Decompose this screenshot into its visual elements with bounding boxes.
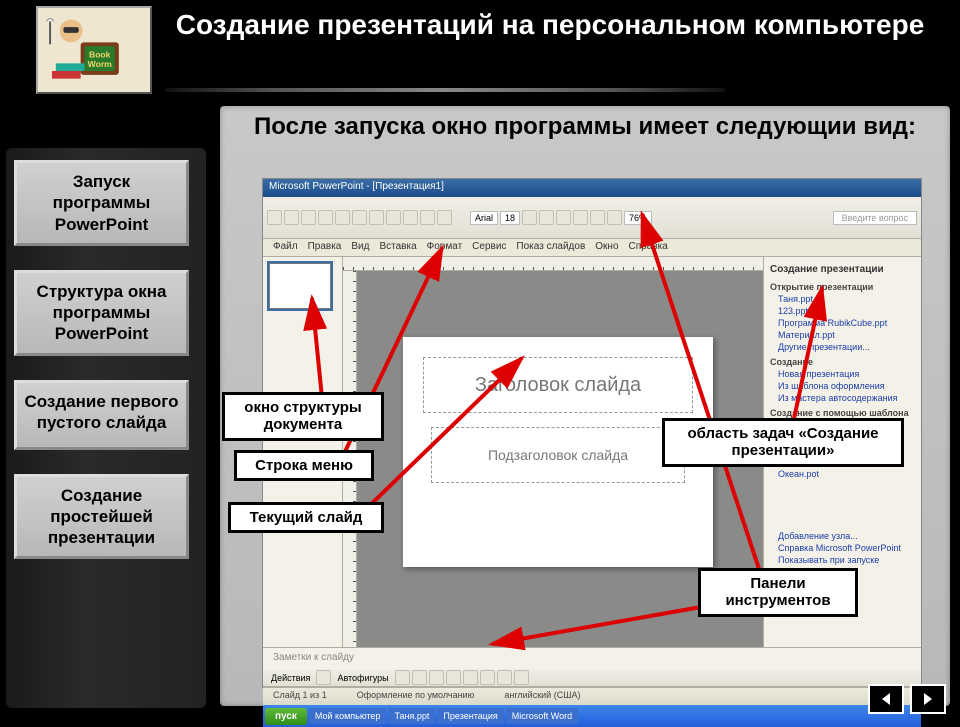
ask-question-box: Введите вопрос [833,211,917,225]
slide-thumbnail [269,263,331,309]
pp-drawing-toolbar: Действия Автофигуры [263,669,921,687]
align-icon [573,210,588,225]
toolbar-icon [267,210,282,225]
nav-btn-first-slide[interactable]: Создание первого пустого слайда [14,380,189,450]
toolbar-icon [514,670,529,685]
toolbar-icon [318,210,333,225]
toolbar-icon [446,670,461,685]
pp-menubar: Файл Правка Вид Вставка Формат Сервис По… [263,239,921,257]
menu-item: Справка [629,241,668,254]
callout-outline: окно структуры документа [222,392,384,441]
nav-btn-simple-pres[interactable]: Создание простейшей презентации [14,474,189,560]
menu-item: Показ слайдов [516,241,585,254]
callout-menubar: Строка меню [234,450,374,481]
tp-section: Открытие презентации [770,278,915,293]
toolbar-icon [335,210,350,225]
drawbar-actions: Действия [267,673,314,683]
toolbar-icon [497,670,512,685]
font-size-box: 18 [500,211,520,225]
tp-link: Показывать при запуске [770,554,915,566]
underline-icon [556,210,571,225]
toolbar-icon [403,210,418,225]
start-button: пуск [265,708,307,725]
pp-titlebar: Microsoft PowerPoint - [Презентация1] [263,179,921,197]
tp-link: Программа RubikCube.ppt [770,317,915,329]
taskbar-item: Таня.ppt [388,708,435,724]
toolbar-icon [437,210,452,225]
status-design: Оформление по умолчанию [357,690,475,703]
toolbar-icon [420,210,435,225]
content-heading: После запуска окно программы имеет следу… [220,106,950,150]
tp-link: Другие презентации... [770,341,915,353]
tp-section: Создание [770,353,915,368]
toolbar-icon [395,670,410,685]
nav-btn-launch[interactable]: Запуск программы PowerPoint [14,160,189,246]
tp-link: Новая презентация [770,368,915,380]
slide-title-placeholder: Заголовок слайда [423,357,693,413]
toolbar-icon [316,670,331,685]
nav-btn-structure[interactable]: Структура окна программы PowerPoint [14,270,189,356]
callout-taskpane: область задач «Создание презентации» [662,418,904,467]
callout-toolbars: Панели инструментов [698,568,858,617]
windows-taskbar: пуск Мой компьютер Таня.ppt Презентация … [263,705,921,727]
triangle-left-icon [878,691,894,707]
toolbar-icon [386,210,401,225]
tp-link: Из шаблона оформления [770,380,915,392]
status-slide: Слайд 1 из 1 [273,690,327,703]
page-title: Создание презентаций на персональном ком… [150,8,950,42]
svg-text:Book: Book [89,50,111,60]
bookworm-logo: Book Worm [36,6,152,94]
tp-link: Справка Microsoft PowerPoint [770,542,915,554]
pp-status-bar: Слайд 1 из 1 Оформление по умолчанию анг… [263,687,921,705]
taskpane-header: Создание презентации [770,261,915,278]
menu-item: Сервис [472,241,506,254]
tp-link: Материал.ppt [770,329,915,341]
triangle-right-icon [920,691,936,707]
slide-subtitle-placeholder: Подзаголовок слайда [431,427,685,483]
toolbar-icon [480,670,495,685]
callout-current-slide: Текущий слайд [228,502,384,533]
toolbar-icon [284,210,299,225]
menu-item: Вид [351,241,369,254]
toolbar-icon [463,670,478,685]
menu-item: Формат [427,241,463,254]
font-name-box: Arial [470,211,498,225]
status-lang: английский (США) [504,690,580,703]
title-underline [165,88,725,92]
menu-item: Окно [595,241,618,254]
italic-icon [539,210,554,225]
bold-icon [522,210,537,225]
slide-nav [868,684,946,714]
align-icon [607,210,622,225]
toolbar-icon [352,210,367,225]
menu-item: Правка [308,241,342,254]
sidebar: Запуск программы PowerPoint Структура ок… [14,100,206,559]
taskbar-item: Microsoft Word [506,708,578,724]
zoom-box: 76% [624,211,652,225]
tp-link: Океан.pot [770,468,915,480]
ruler-horizontal [343,257,763,271]
pp-toolbar-standard: Arial 18 76% Введите вопрос [263,197,921,239]
tp-link: Таня.ppt [770,293,915,305]
toolbar-icon [301,210,316,225]
align-icon [590,210,605,225]
taskbar-item: Презентация [437,708,503,724]
svg-text:Worm: Worm [88,59,113,69]
taskbar-item: Мой компьютер [309,708,387,724]
tp-link: Из мастера автосодержания [770,392,915,404]
pp-notes-pane: Заметки к слайду [263,647,921,669]
next-slide-button[interactable] [910,684,946,714]
menu-item: Файл [273,241,298,254]
tp-section: Создание с помощью шаблона [770,404,915,419]
menu-item: Вставка [379,241,416,254]
tp-link: Добавление узла... [770,530,915,542]
bookworm-icon: Book Worm [38,8,150,92]
toolbar-icon [369,210,384,225]
content-panel: После запуска окно программы имеет следу… [220,106,950,706]
toolbar-icon [412,670,427,685]
drawbar-autoshapes: Автофигуры [333,673,392,683]
tp-link: 123.ppt [770,305,915,317]
toolbar-icon [429,670,444,685]
prev-slide-button[interactable] [868,684,904,714]
